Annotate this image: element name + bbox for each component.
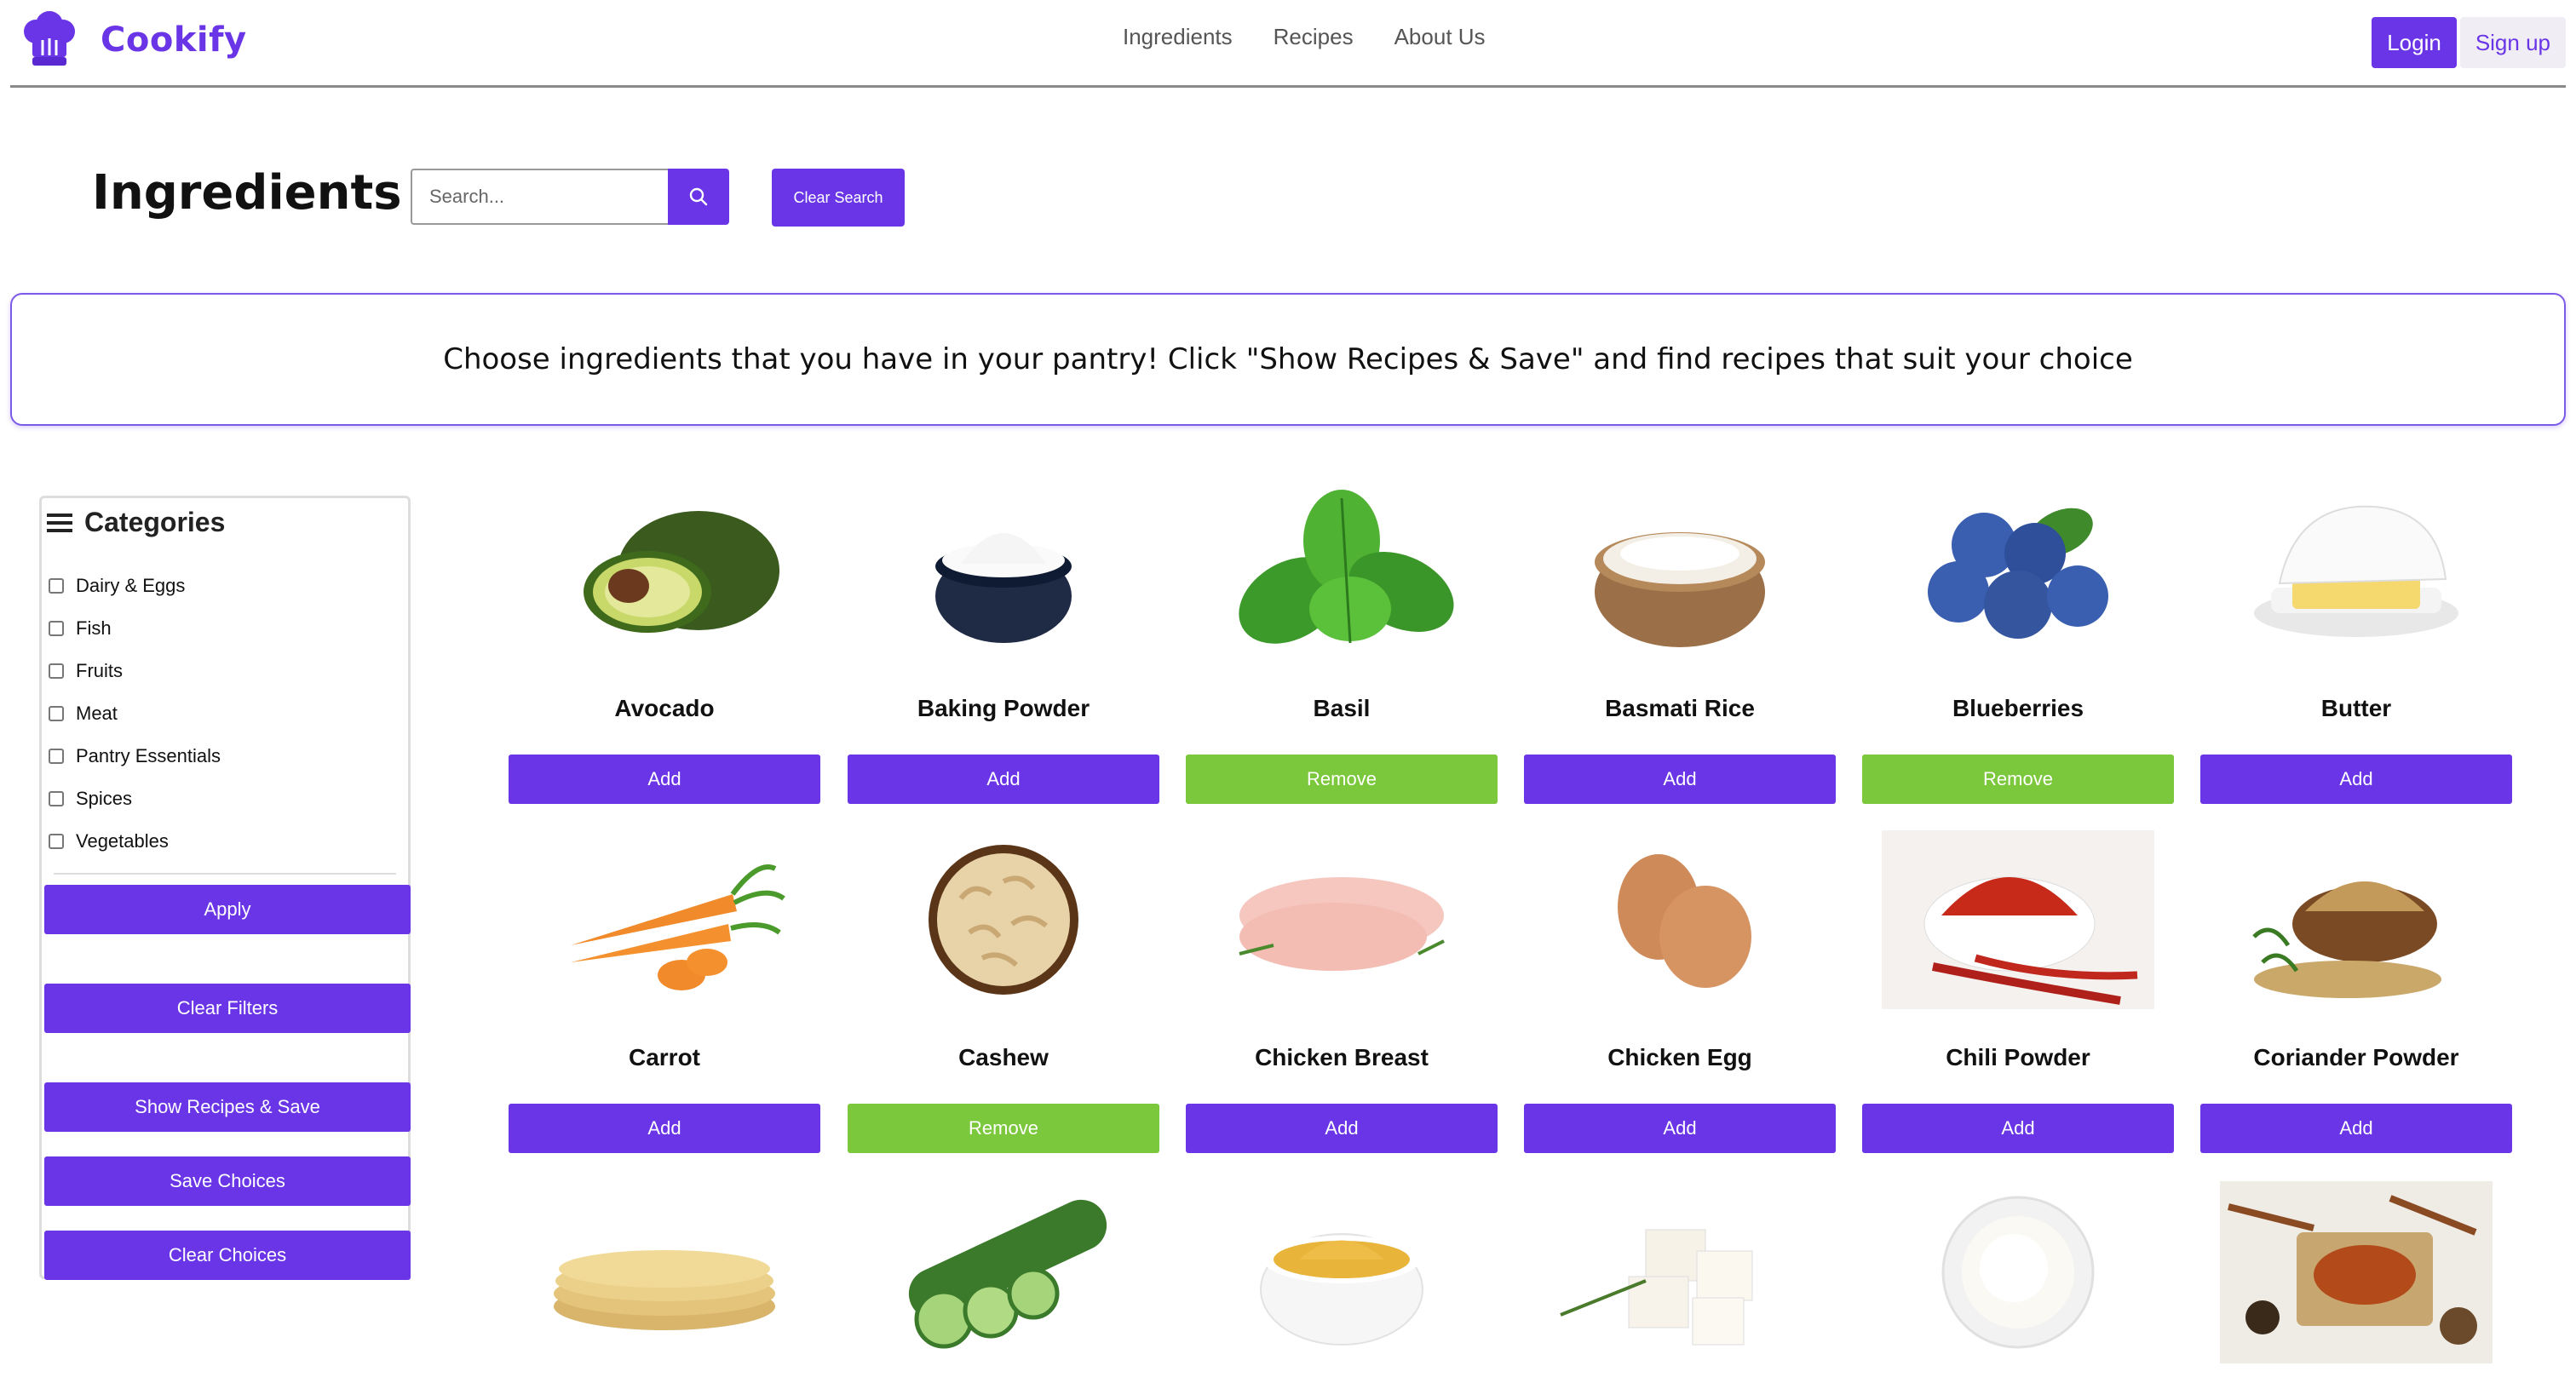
remove-button[interactable]: Remove: [848, 1104, 1159, 1153]
category-label: Fruits: [76, 660, 123, 681]
add-button[interactable]: Add: [1524, 1104, 1836, 1153]
clear-search-button[interactable]: Clear Search: [772, 169, 905, 227]
add-button[interactable]: Add: [1524, 755, 1836, 804]
nav-link-ingredients[interactable]: Ingredients: [1123, 24, 1233, 50]
categories-header: Categories: [47, 507, 225, 538]
ingredient-name: Coriander Powder: [2253, 1044, 2459, 1070]
ingredient-name: Cashew: [958, 1044, 1049, 1070]
category-label: Meat: [76, 703, 118, 724]
category-label: Pantry Essentials: [76, 745, 221, 766]
add-button[interactable]: Add: [848, 755, 1159, 804]
blueberries-image: [1862, 477, 2174, 664]
ingredient-name: Chicken Breast: [1255, 1044, 1429, 1070]
chili-powder-image: [1862, 826, 2174, 1013]
checkbox[interactable]: [49, 791, 64, 806]
category-list: Dairy & Eggs Fish Fruits Meat Pantry Ess…: [49, 565, 221, 863]
categories-sidebar: Categories Dairy & Eggs Fish Fruits Meat…: [39, 496, 411, 1280]
coriander-powder-image: [2200, 826, 2512, 1013]
cucumber-image: [848, 1179, 1159, 1366]
info-banner: Choose ingredients that you have in your…: [10, 293, 2566, 426]
mustard-image: [1186, 1179, 1498, 1366]
category-spices[interactable]: Spices: [49, 778, 221, 820]
category-label: Dairy & Eggs: [76, 575, 186, 596]
auth-buttons: Login Sign up: [2372, 17, 2566, 68]
tofu-image: [1524, 1179, 1836, 1366]
categories-title: Categories: [84, 507, 226, 537]
chicken-breast-image: [1186, 826, 1498, 1013]
butter-image: [2200, 477, 2512, 664]
flour-image: [1862, 1179, 2174, 1366]
category-pantry-essentials[interactable]: Pantry Essentials: [49, 735, 221, 778]
nav-link-about-us[interactable]: About Us: [1394, 24, 1486, 50]
ingredient-name: Chili Powder: [1946, 1044, 2090, 1070]
ingredient-name: Avocado: [614, 695, 715, 721]
category-fish[interactable]: Fish: [49, 607, 221, 650]
ingredient-name: Butter: [2320, 695, 2392, 721]
remove-button[interactable]: Remove: [1186, 755, 1498, 804]
avocado-image: [509, 477, 820, 664]
ingredient-name: Chicken Egg: [1607, 1044, 1752, 1070]
chicken-egg-image: [1524, 826, 1836, 1013]
navbar: Cookify Ingredients Recipes About Us Log…: [10, 0, 2566, 88]
divider: [54, 873, 396, 875]
category-label: Spices: [76, 788, 133, 809]
remove-button[interactable]: Remove: [1862, 755, 2174, 804]
login-button[interactable]: Login: [2372, 17, 2457, 68]
checkbox[interactable]: [49, 834, 64, 849]
search-icon: [689, 187, 708, 206]
info-banner-text: Choose ingredients that you have in your…: [443, 342, 2133, 376]
search-bar: [411, 169, 729, 225]
clear-choices-button[interactable]: Clear Choices: [44, 1231, 411, 1280]
menu-icon: [47, 513, 72, 532]
ingredient-name: Basmati Rice: [1605, 695, 1755, 721]
signup-button[interactable]: Sign up: [2459, 17, 2566, 68]
page-title: Ingredients: [92, 165, 402, 221]
save-choices-button[interactable]: Save Choices: [44, 1156, 411, 1206]
add-button[interactable]: Add: [1862, 1104, 2174, 1153]
search-button[interactable]: [668, 169, 729, 225]
baking-powder-image: [848, 477, 1159, 664]
add-button[interactable]: Add: [2200, 755, 2512, 804]
spice-mix-image: [2200, 1179, 2512, 1366]
checkbox[interactable]: [49, 663, 64, 679]
checkbox[interactable]: [49, 749, 64, 764]
ingredient-name: Blueberries: [1952, 695, 2084, 721]
ingredient-name: Basil: [1313, 695, 1371, 721]
category-meat[interactable]: Meat: [49, 692, 221, 735]
category-fruits[interactable]: Fruits: [49, 650, 221, 692]
cashew-image: [848, 826, 1159, 1013]
add-button[interactable]: Add: [509, 1104, 820, 1153]
checkbox[interactable]: [49, 706, 64, 721]
brand-name: Cookify: [101, 20, 247, 60]
apply-button[interactable]: Apply: [44, 885, 411, 934]
chef-hat-logo-icon: [24, 11, 75, 66]
checkbox[interactable]: [49, 578, 64, 594]
brand[interactable]: Cookify: [19, 10, 247, 70]
tortilla-image: [509, 1179, 820, 1366]
category-dairy-eggs[interactable]: Dairy & Eggs: [49, 565, 221, 607]
add-button[interactable]: Add: [2200, 1104, 2512, 1153]
search-input[interactable]: [411, 169, 668, 225]
clear-filters-button[interactable]: Clear Filters: [44, 984, 411, 1033]
carrot-image: [509, 826, 820, 1013]
nav-link-recipes[interactable]: Recipes: [1274, 24, 1354, 50]
show-recipes-save-button[interactable]: Show Recipes & Save: [44, 1082, 411, 1132]
basil-image: [1186, 477, 1498, 664]
nav-links: Ingredients Recipes About Us: [1123, 24, 1527, 50]
ingredient-name: Baking Powder: [917, 695, 1090, 721]
add-button[interactable]: Add: [509, 755, 820, 804]
basmati-rice-image: [1524, 477, 1836, 664]
checkbox[interactable]: [49, 621, 64, 636]
add-button[interactable]: Add: [1186, 1104, 1498, 1153]
category-label: Fish: [76, 617, 112, 639]
category-vegetables[interactable]: Vegetables: [49, 820, 221, 863]
category-label: Vegetables: [76, 830, 169, 852]
ingredient-name: Carrot: [628, 1044, 700, 1070]
